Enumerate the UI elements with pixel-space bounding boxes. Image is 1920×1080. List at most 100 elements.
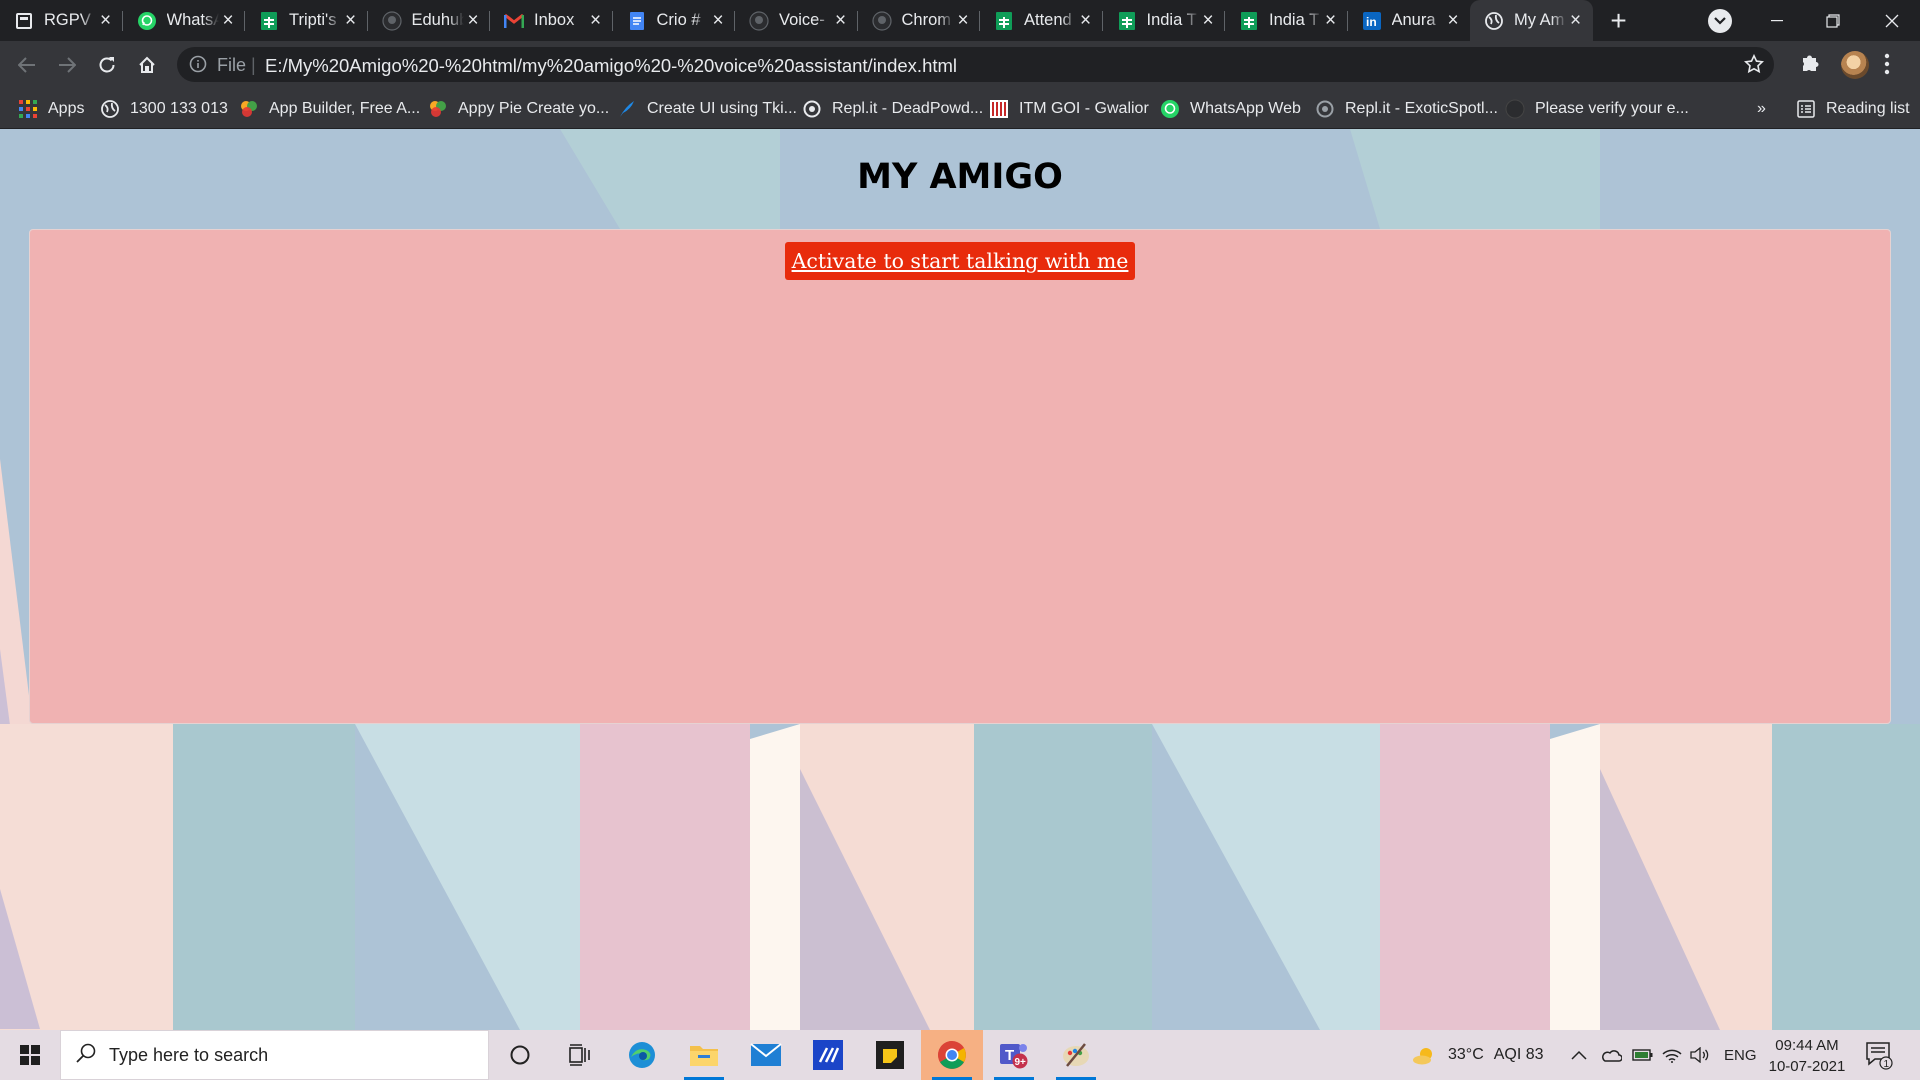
tab-voice[interactable]: Voice- × bbox=[735, 0, 858, 41]
bookmark-star-icon[interactable] bbox=[1743, 53, 1765, 79]
docs-icon bbox=[627, 11, 647, 31]
tab-my-amigo[interactable]: My Am × bbox=[1470, 0, 1593, 41]
close-tab-icon[interactable]: × bbox=[954, 11, 972, 30]
more-menu-icon[interactable] bbox=[1884, 53, 1890, 80]
windows-start-icon[interactable] bbox=[0, 1030, 60, 1080]
reading-list-button[interactable]: Reading list bbox=[1796, 89, 1910, 129]
bookmark-label: Appy Pie Create yo... bbox=[458, 100, 610, 117]
minimize-icon[interactable] bbox=[1749, 0, 1805, 41]
whatsapp-icon bbox=[137, 11, 157, 31]
volume-icon[interactable] bbox=[1690, 1030, 1710, 1080]
tab-eduhub[interactable]: Eduhub × bbox=[368, 0, 491, 41]
bookmark-item[interactable]: App Builder, Free A... bbox=[239, 89, 420, 129]
reading-list-icon bbox=[1796, 99, 1816, 119]
weather-widget[interactable]: 33°C AQI 83 bbox=[1412, 1030, 1544, 1080]
close-tab-icon[interactable]: × bbox=[97, 11, 115, 30]
assistant-panel bbox=[29, 229, 1891, 724]
more-bookmarks-chevron-icon[interactable]: » bbox=[1757, 89, 1766, 129]
tab-india-1[interactable]: India T × bbox=[1103, 0, 1226, 41]
teams-icon[interactable]: T 9+ bbox=[983, 1030, 1045, 1080]
close-tab-icon[interactable]: × bbox=[1077, 11, 1095, 30]
tab-title: Crio # bbox=[656, 11, 701, 29]
sheets-icon bbox=[994, 11, 1014, 31]
address-bar[interactable]: File | E:/My%20Amigo%20-%20html/my%20ami… bbox=[177, 47, 1774, 82]
input-language[interactable]: ENG bbox=[1724, 1030, 1757, 1080]
clock-date: 10-07-2021 bbox=[1768, 1058, 1846, 1075]
tab-crio[interactable]: Crio # × bbox=[613, 0, 736, 41]
mail-icon[interactable] bbox=[735, 1030, 797, 1080]
tab-inbox[interactable]: Inbox × bbox=[490, 0, 613, 41]
extensions-puzzle-icon[interactable] bbox=[1800, 52, 1822, 79]
close-tab-icon[interactable]: × bbox=[1567, 11, 1585, 30]
bookmark-item[interactable]: Repl.it - ExoticSpotl... bbox=[1315, 89, 1498, 129]
clock-time: 09:44 AM bbox=[1775, 1037, 1839, 1054]
tab-rgpv[interactable]: RGPV × bbox=[0, 0, 123, 41]
notification-count: 1 bbox=[1884, 1059, 1890, 1070]
battery-icon[interactable] bbox=[1632, 1030, 1654, 1080]
tab-search-icon[interactable] bbox=[1708, 9, 1732, 33]
close-tab-icon[interactable]: × bbox=[1322, 11, 1340, 30]
system-clock[interactable]: 09:44 AM 10-07-2021 bbox=[1764, 1035, 1850, 1077]
bookmark-item[interactable]: ITM GOI - Gwalior bbox=[989, 89, 1149, 129]
activate-button[interactable]: Activate to start talking with me bbox=[785, 242, 1135, 280]
github-icon bbox=[1505, 99, 1525, 119]
notifications-icon[interactable]: 1 bbox=[1864, 1040, 1894, 1075]
bookmark-label: Please verify your e... bbox=[1535, 100, 1689, 117]
tab-anurag[interactable]: in Anura × bbox=[1348, 0, 1471, 41]
close-tab-icon[interactable]: × bbox=[709, 11, 727, 30]
feather-icon bbox=[617, 99, 637, 119]
github-icon bbox=[871, 10, 892, 31]
close-window-icon[interactable] bbox=[1864, 0, 1920, 41]
home-icon[interactable] bbox=[132, 50, 162, 80]
search-icon bbox=[75, 1042, 97, 1069]
svg-text:in: in bbox=[1366, 15, 1377, 29]
sticky-notes-icon[interactable] bbox=[859, 1030, 921, 1080]
site-info-icon[interactable] bbox=[189, 55, 207, 78]
close-tab-icon[interactable]: × bbox=[1199, 11, 1217, 30]
onedrive-icon[interactable] bbox=[1600, 1030, 1622, 1080]
close-tab-icon[interactable]: × bbox=[342, 11, 360, 30]
edge-browser-icon[interactable] bbox=[611, 1030, 673, 1080]
tab-chrome[interactable]: Chrom × bbox=[858, 0, 981, 41]
task-view-icon[interactable] bbox=[549, 1030, 611, 1080]
bookmark-apps[interactable]: Apps bbox=[18, 89, 84, 129]
cortana-icon[interactable] bbox=[489, 1030, 551, 1080]
tab-triptis[interactable]: Tripti's × bbox=[245, 0, 368, 41]
tab-title: Inbox bbox=[534, 11, 575, 29]
appypie-icon bbox=[239, 99, 259, 119]
tab-whatsapp[interactable]: WhatsApp × bbox=[123, 0, 246, 41]
back-icon[interactable] bbox=[12, 50, 42, 80]
close-tab-icon[interactable]: × bbox=[219, 11, 237, 30]
github-icon bbox=[381, 10, 402, 31]
url-text[interactable]: E:/My%20Amigo%20-%20html/my%20amigo%20-%… bbox=[265, 55, 957, 77]
close-tab-icon[interactable]: × bbox=[1444, 11, 1462, 30]
close-tab-icon[interactable]: × bbox=[587, 11, 605, 30]
profile-avatar[interactable] bbox=[1841, 51, 1869, 79]
tab-india-2[interactable]: India T × bbox=[1225, 0, 1348, 41]
file-explorer-icon[interactable] bbox=[673, 1030, 735, 1080]
bookmark-item[interactable]: 1300 133 013 bbox=[100, 89, 228, 129]
bookmark-label: Repl.it - ExoticSpotl... bbox=[1345, 100, 1498, 117]
bookmark-item[interactable]: Please verify your e... bbox=[1505, 89, 1689, 129]
bookmark-item[interactable]: WhatsApp Web bbox=[1160, 89, 1301, 129]
tableau-icon[interactable] bbox=[797, 1030, 859, 1080]
bookmark-item[interactable]: Appy Pie Create yo... bbox=[428, 89, 609, 129]
weather-sun-cloud-icon bbox=[1413, 1048, 1432, 1065]
chrome-icon[interactable] bbox=[921, 1030, 983, 1080]
restore-icon[interactable] bbox=[1805, 0, 1861, 41]
close-tab-icon[interactable]: × bbox=[832, 11, 850, 30]
tab-title: India T bbox=[1269, 11, 1320, 29]
bookmark-item[interactable]: Create UI using Tki... bbox=[617, 89, 797, 129]
close-tab-icon[interactable]: × bbox=[464, 11, 482, 30]
wifi-icon[interactable] bbox=[1662, 1030, 1682, 1080]
bookmark-item[interactable]: Repl.it - DeadPowd... bbox=[802, 89, 983, 129]
sheets-icon bbox=[259, 11, 279, 31]
show-hidden-icons-chevron-icon[interactable] bbox=[1571, 1030, 1587, 1080]
reload-icon[interactable] bbox=[92, 50, 122, 80]
paint-icon[interactable] bbox=[1045, 1030, 1107, 1080]
tab-attendance[interactable]: Attend × bbox=[980, 0, 1103, 41]
forward-icon[interactable] bbox=[52, 50, 82, 80]
taskbar-search-input[interactable]: Type here to search bbox=[60, 1030, 489, 1080]
replit-icon bbox=[802, 99, 822, 119]
new-tab-button[interactable]: + bbox=[1597, 0, 1641, 41]
